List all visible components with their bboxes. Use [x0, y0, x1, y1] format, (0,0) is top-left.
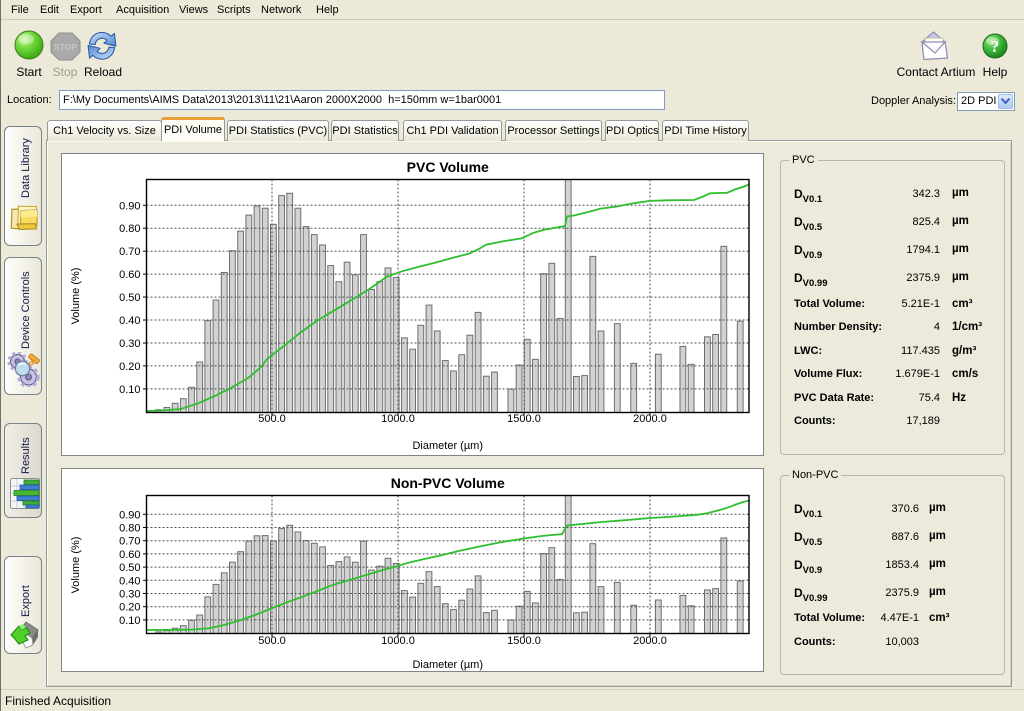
svg-text:0.50: 0.50 [119, 562, 140, 574]
svg-text:0.20: 0.20 [119, 361, 140, 373]
svg-text:0.30: 0.30 [119, 589, 140, 601]
svg-text:0.30: 0.30 [119, 338, 140, 350]
svg-text:?: ? [991, 37, 1000, 56]
svg-text:500.0: 500.0 [258, 413, 286, 425]
svg-text:0.80: 0.80 [119, 523, 140, 535]
svg-text:0.90: 0.90 [119, 200, 140, 212]
svg-text:0.90: 0.90 [119, 509, 140, 521]
svg-text:2000.0: 2000.0 [633, 413, 667, 425]
svg-text:0.60: 0.60 [119, 269, 140, 281]
svg-text:0.80: 0.80 [119, 223, 140, 235]
svg-text:2000.0: 2000.0 [633, 635, 667, 647]
svg-text:STOP: STOP [54, 42, 77, 52]
svg-text:0.20: 0.20 [119, 602, 140, 614]
svg-text:Volume (%): Volume (%) [70, 537, 82, 594]
svg-text:0.10: 0.10 [119, 384, 140, 396]
svg-text:0.70: 0.70 [119, 246, 140, 258]
svg-text:500.0: 500.0 [258, 635, 286, 647]
svg-text:Diameter (µm): Diameter (µm) [412, 659, 483, 671]
svg-text:0.40: 0.40 [119, 315, 140, 327]
svg-text:0.70: 0.70 [119, 536, 140, 548]
svg-text:1500.0: 1500.0 [507, 635, 541, 647]
svg-text:PVC Volume: PVC Volume [407, 159, 489, 175]
svg-text:0.10: 0.10 [119, 615, 140, 627]
svg-text:1500.0: 1500.0 [507, 413, 541, 425]
svg-text:0.60: 0.60 [119, 549, 140, 561]
svg-text:Diameter (µm): Diameter (µm) [412, 440, 483, 452]
svg-text:Non-PVC Volume: Non-PVC Volume [391, 475, 505, 491]
svg-text:0.40: 0.40 [119, 575, 140, 587]
svg-text:0.50: 0.50 [119, 292, 140, 304]
svg-text:Volume (%): Volume (%) [70, 268, 82, 325]
svg-text:1000.0: 1000.0 [381, 635, 415, 647]
svg-text:1000.0: 1000.0 [381, 413, 415, 425]
